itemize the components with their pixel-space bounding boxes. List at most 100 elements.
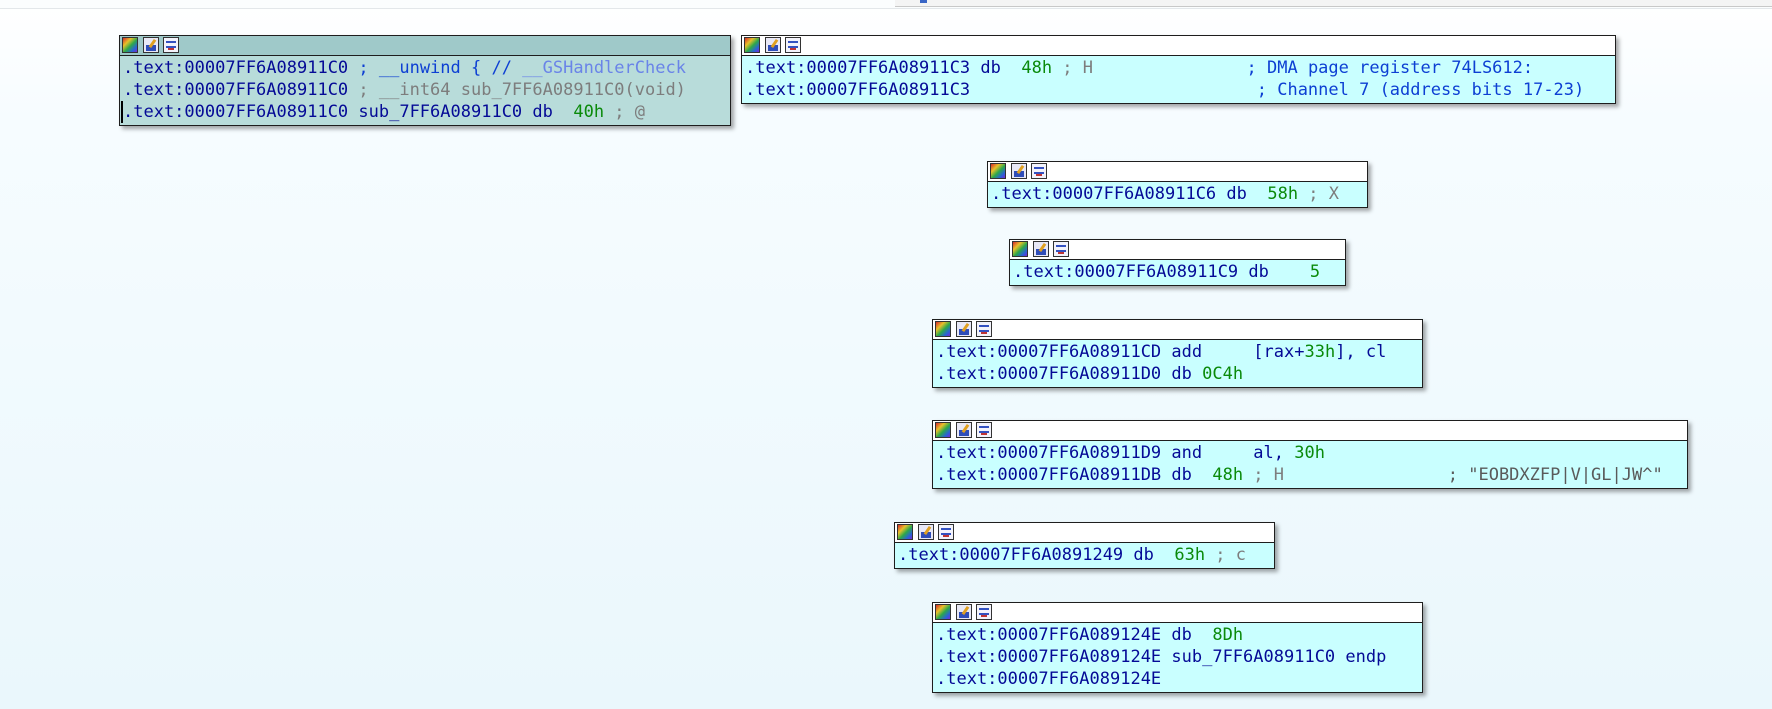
node-body: .text:00007FF6A08911C9 db 5 [1010,260,1345,285]
disasm-line[interactable]: .text:00007FF6A08911DB db 48h ; H ; "EOB… [936,464,1684,486]
line-segment-addr: .text:00007FF6A08911C0 [123,80,359,100]
node-body: .text:00007FF6A08911C6 db 58h ; X [988,182,1367,207]
line-segment-addr: ], cl [1335,342,1387,362]
edit-node-icon[interactable] [918,524,934,540]
collapse-node-icon[interactable] [163,37,179,53]
line-segment-addr: .text:00007FF6A08911C3 [745,80,971,100]
disasm-line[interactable]: .text:00007FF6A08911C9 db 5 [1013,261,1342,283]
line-segment-ref: __GSHandlerCheck [522,58,686,78]
node-11c9[interactable]: .text:00007FF6A08911C9 db 5 [1009,239,1346,286]
node-124e[interactable]: .text:00007FF6A089124E db 8Dh .text:00007… [932,602,1423,693]
collapse-node-icon[interactable] [1031,163,1047,179]
collapse-node-icon[interactable] [1053,241,1069,257]
line-segment-addr: .text:00007FF6A08911CD add [rax+ [936,342,1305,362]
node-header[interactable] [933,603,1422,623]
edit-node-icon[interactable] [956,604,972,620]
color-palette-icon[interactable] [122,37,138,53]
line-segment-num: 8Dh [1212,625,1244,645]
line-segment-cmtb: ; __unwind { // [358,58,523,78]
edit-node-icon[interactable] [1033,241,1049,257]
line-segment-num: 33h [1304,342,1336,362]
top-marker [920,0,927,3]
disasm-line[interactable]: .text:00007FF6A08911D0 db 0C4h [936,363,1419,385]
node-body: .text:00007FF6A08911C0 ; __unwind { // _… [120,56,730,125]
edit-node-icon[interactable] [765,37,781,53]
color-palette-icon[interactable] [935,604,951,620]
node-11d9[interactable]: .text:00007FF6A08911D9 and al, 30h .text:… [932,420,1688,489]
line-segment-addr: .text:00007FF6A08911C0 [123,58,359,78]
edit-node-icon[interactable] [1011,163,1027,179]
node-body: .text:00007FF6A0891249 db 63h ; c [895,543,1274,568]
line-segment-num: 30h [1294,443,1325,463]
line-segment-addr: .text:00007FF6A08911C6 db [991,184,1268,204]
line-segment-cmt: ; H [1243,465,1285,485]
line-segment-cmt: ; X [1298,184,1340,204]
node-header[interactable] [988,162,1367,182]
disasm-line[interactable]: .text:00007FF6A08911CD add [rax+33h], cl [936,341,1419,363]
disasm-line[interactable]: .text:00007FF6A089124E [936,668,1419,690]
collapse-node-icon[interactable] [785,37,801,53]
disasm-line[interactable]: .text:00007FF6A08911C0 ; __int64 sub_7FF… [123,79,727,101]
line-segment-cmt: ; __int64 sub_7FF6A08911C0(void) [358,80,686,100]
line-segment-cmt: ; c [1205,545,1247,565]
disasm-line[interactable]: .text:00007FF6A0891249 db 63h ; c [898,544,1271,566]
line-segment-cmtb: ; Channel 7 (address bits 17-23) [970,80,1585,100]
color-palette-icon[interactable] [1012,241,1028,257]
color-palette-icon[interactable] [935,422,951,438]
line-segment-addr: .text:00007FF6A089124E [936,669,1162,689]
node-body: .text:00007FF6A089124E db 8Dh .text:00007… [933,623,1422,692]
node-11cd[interactable]: .text:00007FF6A08911CD add [rax+33h], cl… [932,319,1423,388]
line-segment-addr: .text:00007FF6A089124E sub_7FF6A08911C0 … [936,647,1387,667]
line-segment-addr: .text:00007FF6A08911C0 sub_7FF6A08911C0 … [123,102,574,122]
node-1249[interactable]: .text:00007FF6A0891249 db 63h ; c [894,522,1275,569]
line-segment-num: 48h [1212,465,1244,485]
disasm-line[interactable]: .text:00007FF6A08911D9 and al, 30h [936,442,1684,464]
node-header[interactable] [120,36,730,56]
line-segment-cmtb: ; DMA page register 74LS612: [1093,58,1534,78]
collapse-node-icon[interactable] [938,524,954,540]
color-palette-icon[interactable] [897,524,913,540]
line-segment-num: 40h [573,102,605,122]
node-body: .text:00007FF6A08911D9 and al, 30h .text:… [933,441,1687,488]
line-segment-addr: .text:00007FF6A08911C3 db [745,58,1022,78]
collapse-node-icon[interactable] [976,321,992,337]
disasm-line[interactable]: .text:00007FF6A08911C3 ; Channel 7 (addr… [745,79,1612,101]
disasm-line[interactable]: .text:00007FF6A08911C3 db 48h ; H ; DMA … [745,57,1612,79]
disasm-line[interactable]: .text:00007FF6A089124E sub_7FF6A08911C0 … [936,646,1419,668]
edit-node-icon[interactable] [143,37,159,53]
collapse-node-icon[interactable] [976,604,992,620]
line-segment-addr: .text:00007FF6A089124E db [936,625,1213,645]
node-header[interactable] [1010,240,1345,260]
line-segment-num: 0C4h [1202,364,1244,384]
node-header[interactable] [933,421,1687,441]
line-segment-strcmt: ; "EOBDXZFP|V|GL|JW^" [1284,465,1663,485]
color-palette-icon[interactable] [744,37,760,53]
node-body: .text:00007FF6A08911CD add [rax+33h], cl… [933,340,1422,387]
color-palette-icon[interactable] [935,321,951,337]
node-11c6[interactable]: .text:00007FF6A08911C6 db 58h ; X [987,161,1368,208]
edit-node-icon[interactable] [956,321,972,337]
line-segment-cmt: ; H [1052,58,1094,78]
disasm-line[interactable]: .text:00007FF6A08911C0 ; __unwind { // _… [123,57,727,79]
node-11c0[interactable]: .text:00007FF6A08911C0 ; __unwind { // _… [119,35,731,126]
line-segment-num: 48h [1021,58,1053,78]
disasm-line[interactable]: .text:00007FF6A08911C0 sub_7FF6A08911C0 … [121,101,727,123]
color-palette-icon[interactable] [990,163,1006,179]
top-window-strip [895,0,1772,7]
line-segment-addr: .text:00007FF6A08911D0 db [936,364,1203,384]
disasm-line[interactable]: .text:00007FF6A08911C6 db 58h ; X [991,183,1364,205]
collapse-node-icon[interactable] [976,422,992,438]
disasm-line[interactable]: .text:00007FF6A089124E db 8Dh [936,624,1419,646]
line-segment-addr: .text:00007FF6A08911D9 and al, [936,443,1295,463]
line-segment-num: 63h [1174,545,1206,565]
node-header[interactable] [933,320,1422,340]
node-11c3[interactable]: .text:00007FF6A08911C3 db 48h ; H ; DMA … [741,35,1616,104]
node-header[interactable] [895,523,1274,543]
node-header[interactable] [742,36,1615,56]
line-segment-cmt: ; @ [604,102,646,122]
edit-node-icon[interactable] [956,422,972,438]
line-segment-addr: .text:00007FF6A08911C9 db [1013,262,1310,282]
line-segment-num: 58h [1267,184,1299,204]
node-body: .text:00007FF6A08911C3 db 48h ; H ; DMA … [742,56,1615,103]
line-segment-addr: .text:00007FF6A0891249 db [898,545,1175,565]
